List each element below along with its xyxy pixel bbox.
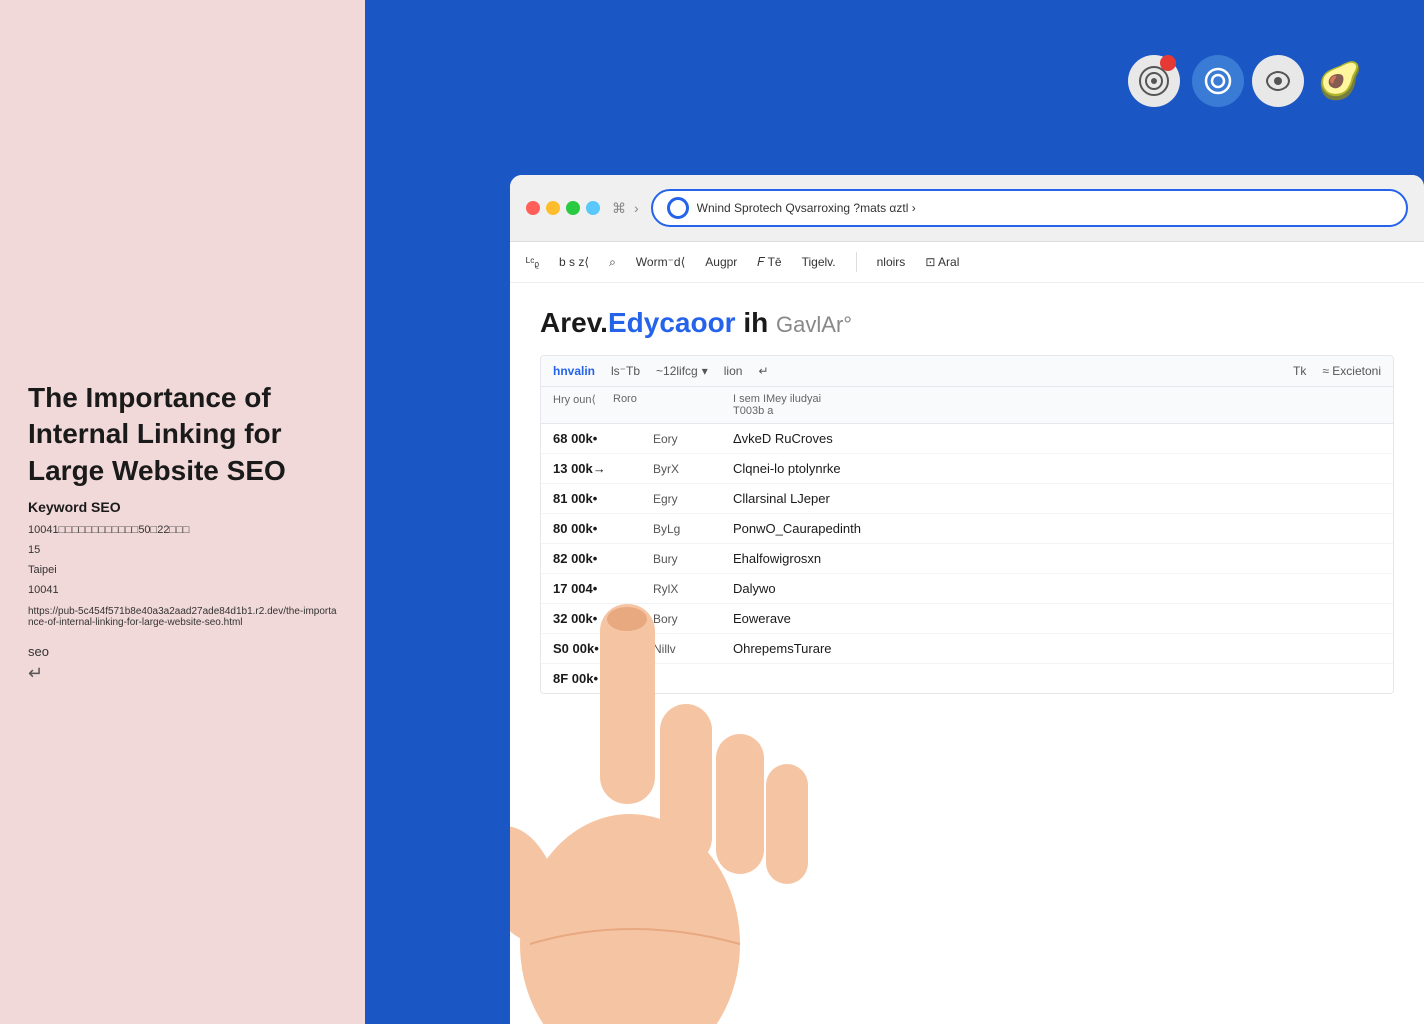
browser-window: ⌘ › Wnind Sprotech Qvsarroxing ?mats αzt…	[510, 175, 1424, 1024]
meta-line-2: 15	[28, 541, 337, 561]
toolbar-search-icon[interactable]: ⌕	[609, 255, 616, 270]
row-vol: 17 004•	[553, 581, 653, 596]
table-row: 17 004• RylX Dalywo	[541, 574, 1393, 604]
row-vol: 8F 00k•	[553, 671, 653, 686]
toolbar-separator	[856, 252, 857, 272]
col-header-6[interactable]: Tk	[1293, 364, 1306, 378]
domain-suffix: ih	[743, 307, 768, 338]
nav-back-icon[interactable]: ⌘	[612, 200, 626, 217]
row-diff: Eory	[653, 432, 733, 446]
toolbar-item-fte[interactable]: 𝐹 Tē	[757, 255, 781, 270]
meta-line-1: 10041□□□□□□□□□□□□50□22□□□	[28, 521, 337, 541]
table-row: 13 00k→ ByrX Clqnei-lo ptolynrke	[541, 454, 1393, 484]
col-header-3[interactable]: ~12lifcg ▾	[656, 364, 708, 378]
toolbar-item-1[interactable]: ᴸᶜᵨ	[526, 255, 539, 269]
traffic-lights	[526, 201, 600, 215]
row-diff: Bory	[653, 612, 733, 626]
row-vol: 82 00k•	[553, 551, 653, 566]
sub-col-3: I sem IMey iludyai T003b a	[733, 393, 853, 417]
sub-col-1: Hry oun⟨	[553, 393, 613, 417]
data-table: hnvalin ls⁻Tb ~12lifcg ▾ lion ↵ Tk ≈ Exc…	[540, 355, 1394, 694]
nav-forward-icon[interactable]: ›	[634, 200, 639, 216]
browser-toolbar: ᴸᶜᵨ b s z⟨ ⌕ Worm⁻d⟨ Augpr 𝐹 Tē Tigelv. …	[510, 242, 1424, 283]
top-icons-bar: 🥑	[1128, 55, 1364, 107]
table-row: 80 00k• ByLg PonwO_Caurapedinth	[541, 514, 1393, 544]
sidebar: The Importance of Internal Linking for L…	[0, 0, 365, 1024]
browser-nav: ⌘ ›	[612, 200, 639, 217]
row-vol: 80 00k•	[553, 521, 653, 536]
profile-icon-red	[1160, 55, 1176, 71]
toolbar-item-tiger[interactable]: Tigelv.	[802, 255, 836, 269]
sub-col-2: Roro	[613, 393, 733, 417]
toolbar-item-aral[interactable]: ⊡ Aral	[925, 255, 959, 269]
avocado-icon: 🥑	[1316, 57, 1364, 105]
row-diff: ByrX	[653, 462, 733, 476]
meta-line-3: Taipei	[28, 561, 337, 581]
browser-icon-2-svg	[1204, 67, 1232, 95]
table-row: 81 00k• Egry Cllarsinal LJeper	[541, 484, 1393, 514]
col-header-7[interactable]: ≈ Excietoni	[1322, 364, 1381, 378]
page-title-section: Arev.Edycaoor ih GavlAr°	[540, 307, 1394, 339]
toolbar-item-augpr[interactable]: Augpr	[705, 255, 737, 269]
row-keyword: Ehalfowigrosxn	[733, 551, 1381, 566]
row-keyword: Dalywo	[733, 581, 1381, 596]
browser-icon-3-svg	[1264, 67, 1292, 95]
row-diff: RylX	[653, 582, 733, 596]
table-subheader: Hry oun⟨ Roro I sem IMey iludyai T003b a	[541, 387, 1393, 424]
row-keyword: Eowerave	[733, 611, 1381, 626]
row-vol: 81 00k•	[553, 491, 653, 506]
col-header-5[interactable]: ↵	[758, 364, 768, 378]
toolbar-item-2[interactable]: b s z⟨	[559, 255, 589, 269]
domain-extra: GavlAr°	[776, 312, 852, 337]
close-button[interactable]	[526, 201, 540, 215]
sidebar-tag: seo	[28, 644, 337, 659]
page-domain: Arev.Edycaoor ih GavlAr°	[540, 307, 1394, 339]
keyword-label: Keyword SEO	[28, 499, 337, 515]
row-keyword: OhrepemsTurare	[733, 641, 1381, 656]
main-area: 🥑 ⌘ › Wnind Sprotech Qvsarroxing ?mats α…	[365, 0, 1424, 1024]
sidebar-url: https://pub-5c454f571b8e40a3a2aad27ade84…	[28, 606, 337, 628]
address-bar[interactable]: Wnind Sprotech Qvsarroxing ?mats αztl ›	[651, 189, 1408, 227]
row-keyword: Cllarsinal LJeper	[733, 491, 1381, 506]
row-vol: 32 00k•	[553, 611, 653, 626]
extra-button[interactable]	[586, 201, 600, 215]
table-row: S0 00k• Nillv OhrepemsTurare	[541, 634, 1393, 664]
table-row: 8F 00k•	[541, 664, 1393, 693]
minimize-button[interactable]	[546, 201, 560, 215]
toolbar-item-nloirs[interactable]: nloirs	[877, 255, 906, 269]
col-header-1[interactable]: hnvalin	[553, 364, 595, 378]
table-row: 82 00k• Bury Ehalfowigrosxn	[541, 544, 1393, 574]
row-diff: Egry	[653, 492, 733, 506]
dropdown-arrow: ▾	[702, 364, 708, 378]
row-vol: 13 00k→	[553, 461, 653, 476]
domain-main: Edycaoor	[608, 307, 736, 338]
col-header-2[interactable]: ls⁻Tb	[611, 364, 640, 378]
row-diff: ByLg	[653, 522, 733, 536]
page-title: The Importance of Internal Linking for L…	[28, 380, 337, 489]
address-text: Wnind Sprotech Qvsarroxing ?mats αztl ›	[697, 201, 916, 215]
row-vol: S0 00k•	[553, 641, 653, 656]
sidebar-meta: 10041□□□□□□□□□□□□50□22□□□ 15 Taipei 1004…	[28, 521, 337, 600]
domain-prefix: Arev.	[540, 307, 608, 338]
row-keyword: Clqnei-lo ptolynrke	[733, 461, 1381, 476]
browser-chrome: ⌘ › Wnind Sprotech Qvsarroxing ?mats αzt…	[510, 175, 1424, 242]
browser-icon-3	[1252, 55, 1304, 107]
col-header-4[interactable]: lion	[724, 364, 743, 378]
browser-icon-2	[1192, 55, 1244, 107]
table-row: 32 00k• Bory Eowerave	[541, 604, 1393, 634]
table-row: 68 00k• Eory ΔvkeD RuCroves	[541, 424, 1393, 454]
row-vol: 68 00k•	[553, 431, 653, 446]
return-icon: ↵	[28, 663, 337, 684]
browser-content: Arev.Edycaoor ih GavlAr° hnvalin ls⁻Tb ~…	[510, 283, 1424, 718]
row-keyword: ΔvkeD RuCroves	[733, 431, 1381, 446]
maximize-button[interactable]	[566, 201, 580, 215]
row-keyword: PonwO_Caurapedinth	[733, 521, 1381, 536]
row-diff: Bury	[653, 552, 733, 566]
table-header: hnvalin ls⁻Tb ~12lifcg ▾ lion ↵ Tk ≈ Exc…	[541, 356, 1393, 387]
browser-secure-icon	[667, 197, 689, 219]
toolbar-item-worm[interactable]: Worm⁻d⟨	[636, 255, 685, 269]
meta-line-4: 10041	[28, 581, 337, 601]
row-diff: Nillv	[653, 642, 733, 656]
